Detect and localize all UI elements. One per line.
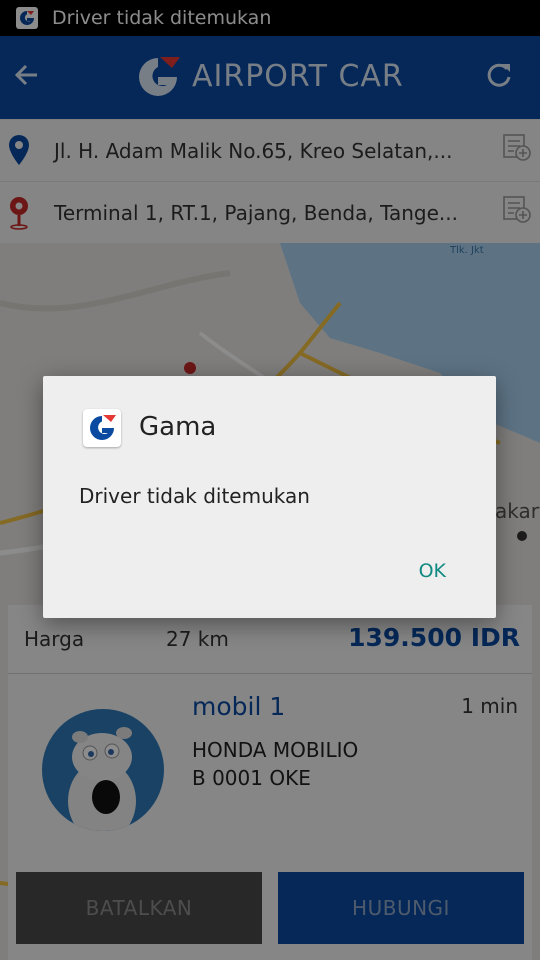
gama-logo-icon bbox=[83, 409, 121, 447]
dialog-title: Gama bbox=[139, 412, 217, 442]
dialog-message: Driver tidak ditemukan bbox=[79, 484, 310, 508]
ok-button[interactable]: OK bbox=[419, 560, 446, 582]
alert-dialog: Gama Driver tidak ditemukan OK bbox=[43, 376, 496, 618]
